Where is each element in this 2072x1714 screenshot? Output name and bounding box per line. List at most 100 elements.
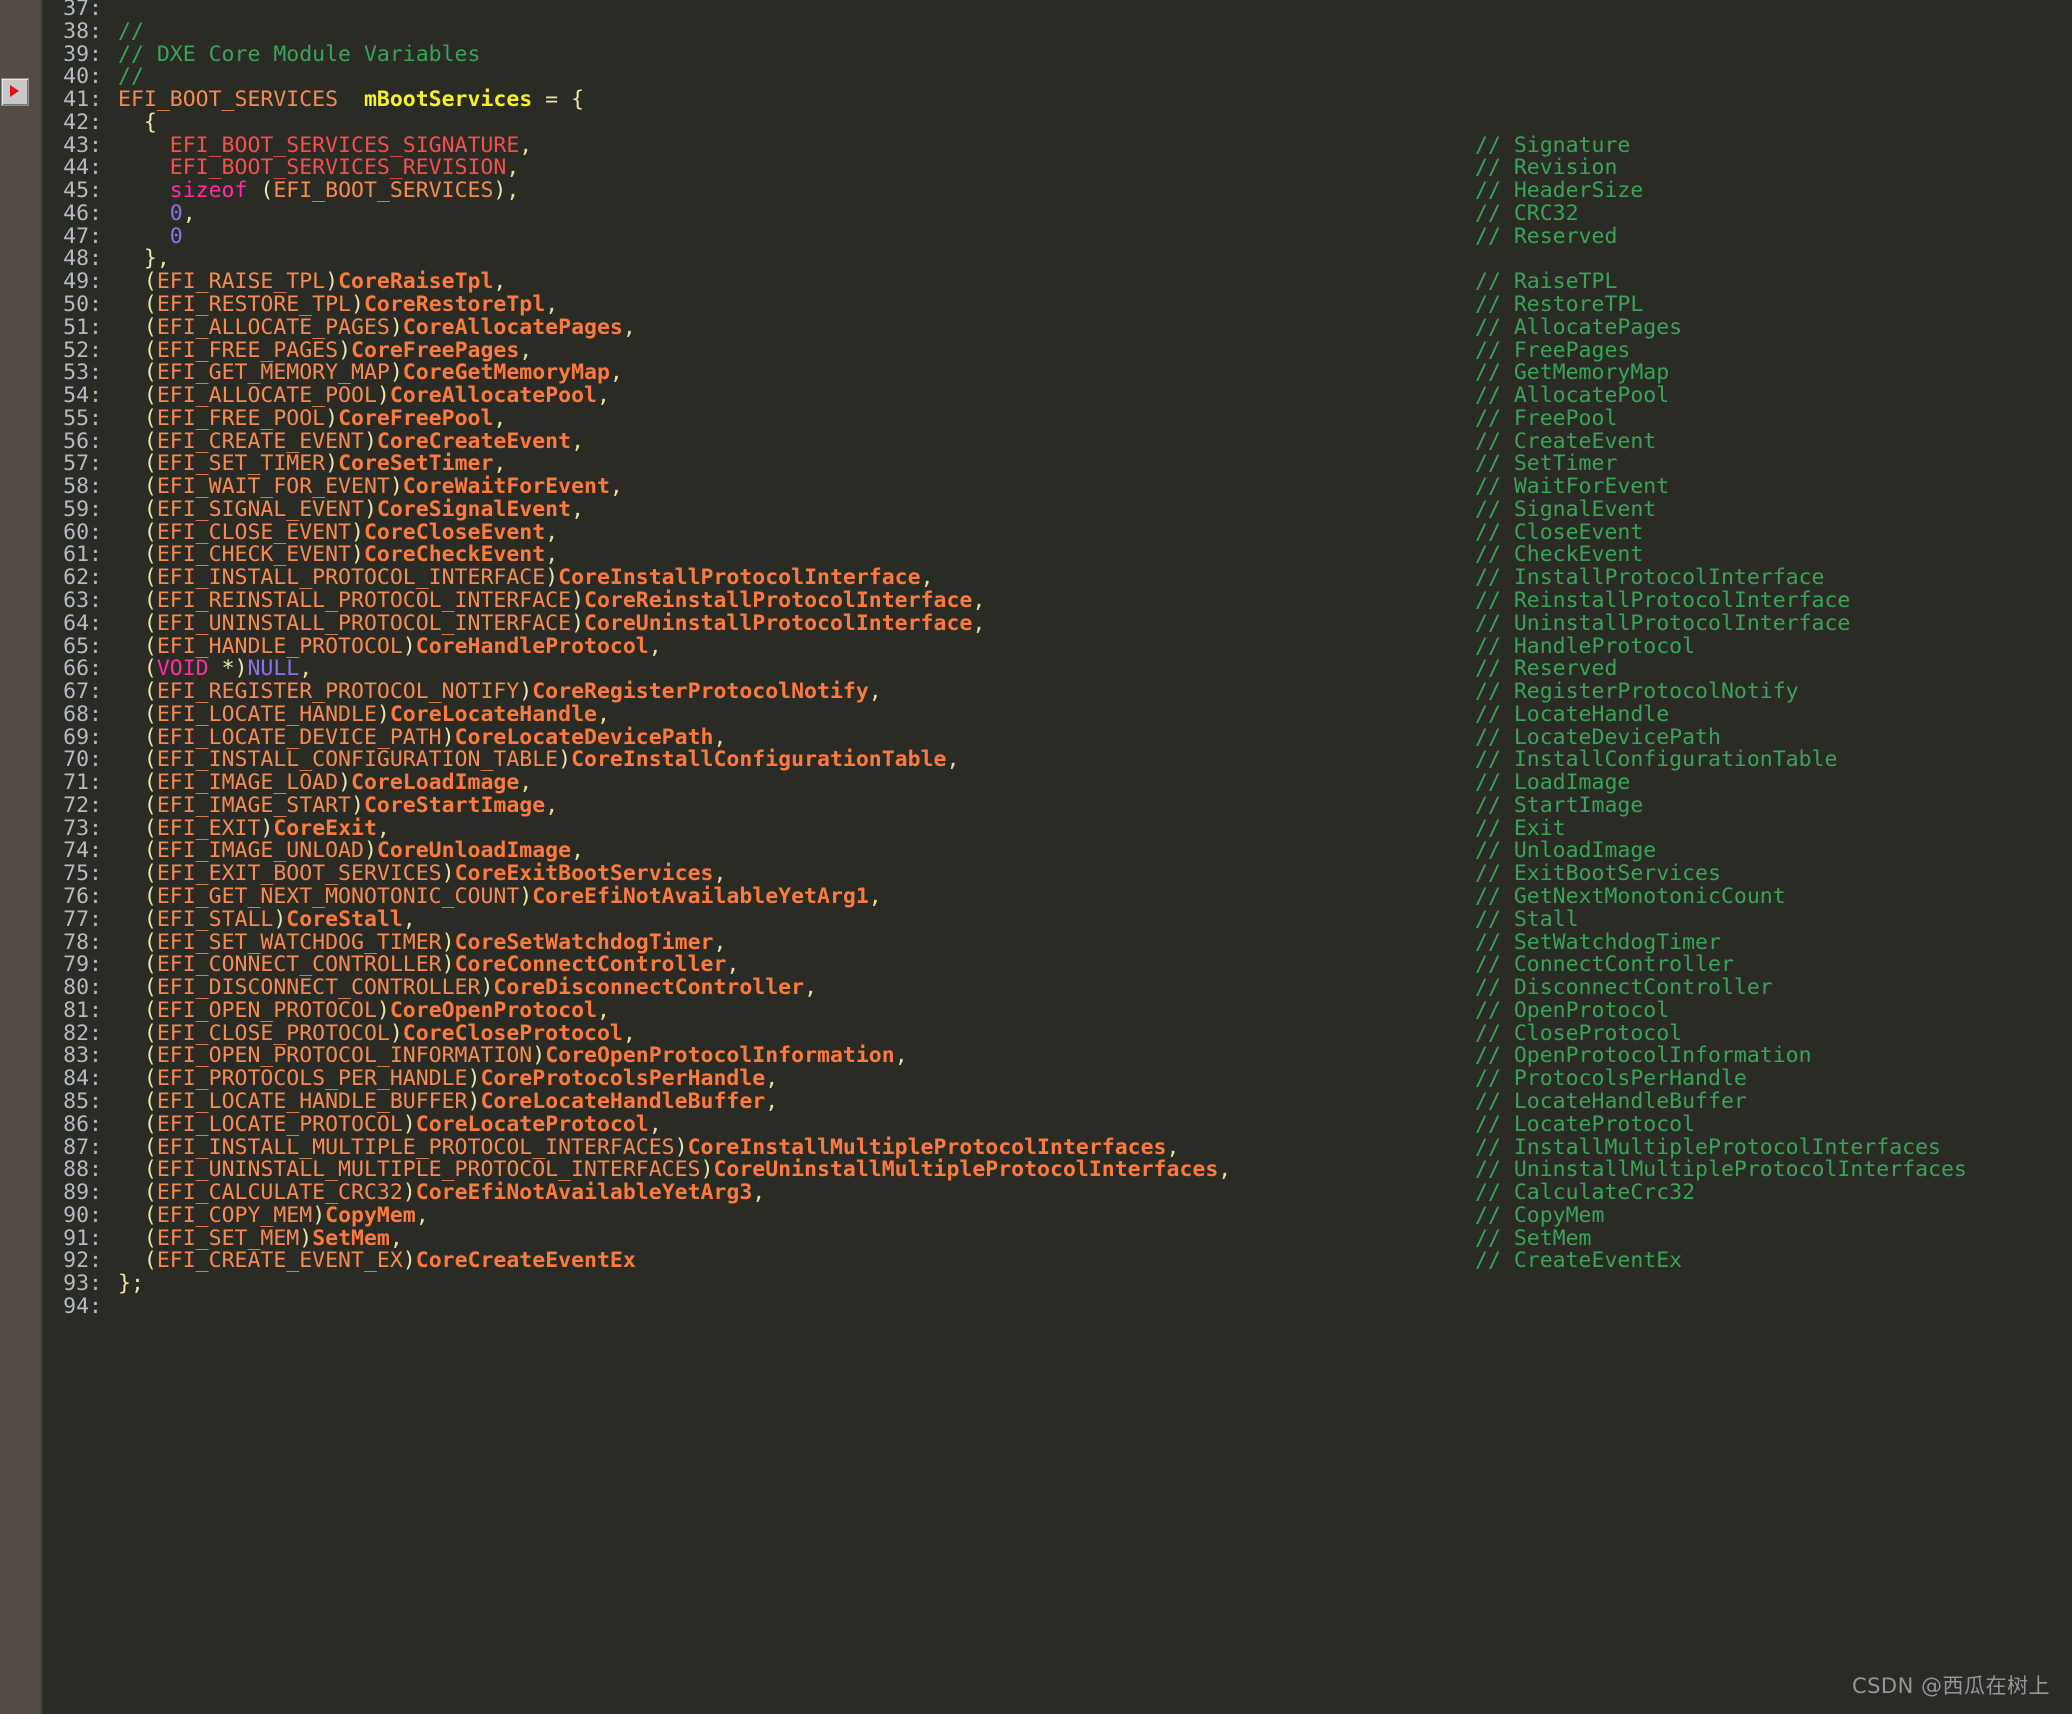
code-line[interactable]: 82 (EFI_CLOSE_PROTOCOL)CoreCloseProtocol…	[0, 1020, 2072, 1046]
code-line[interactable]: 41 EFI_BOOT_SERVICES mBootServices = {	[0, 88, 2072, 112]
token-punct: (	[118, 815, 157, 841]
code-line[interactable]: 44 EFI_BOOT_SERVICES_REVISION, // Revisio…	[0, 156, 2072, 180]
line-number: 69	[46, 726, 102, 750]
token-punct: )	[338, 770, 352, 796]
code-line[interactable]: 62 (EFI_INSTALL_PROTOCOL_INTERFACE)CoreI…	[0, 566, 2072, 590]
token-fn: CoreUnloadImage	[376, 838, 572, 864]
code-line[interactable]: 68 (EFI_LOCATE_HANDLE)CoreLocateHandle, /…	[0, 703, 2072, 727]
code-line[interactable]: 92 (EFI_CREATE_EVENT_EX)CoreCreateEventE…	[0, 1249, 2072, 1273]
code-line[interactable]: 43 EFI_BOOT_SERVICES_SIGNATURE, // Signat…	[0, 134, 2072, 158]
code-line[interactable]: 56 (EFI_CREATE_EVENT)CoreCreateEvent, // …	[0, 430, 2072, 454]
line-number: 74	[46, 840, 102, 863]
code-line[interactable]: 75 (EFI_EXIT_BOOT_SERVICES)CoreExitBootS…	[0, 862, 2072, 886]
code-line[interactable]: 60 (EFI_CLOSE_EVENT)CoreCloseEvent, // Cl…	[0, 521, 2072, 545]
line-number: 56	[46, 430, 102, 454]
code-line[interactable]: 42 {	[0, 111, 2072, 135]
code-line[interactable]: 55 (EFI_FREE_POOL)CoreFreePool, // FreePo…	[0, 407, 2072, 431]
token-punct: (	[118, 314, 157, 340]
code-tokens: EFI_BOOT_SERVICES_SIGNATURE,	[118, 134, 532, 158]
code-line[interactable]: 63 (EFI_REINSTALL_PROTOCOL_INTERFACE)Cor…	[0, 589, 2072, 613]
code-line[interactable]: 49 (EFI_RAISE_TPL)CoreRaiseTpl, // RaiseT…	[0, 270, 2072, 294]
token-fn: CoreStartImage	[363, 792, 546, 818]
token-comma: ,	[804, 975, 818, 1001]
code-line[interactable]: 94	[0, 1295, 2072, 1319]
code-line[interactable]: 71 (EFI_IMAGE_LOAD)CoreLoadImage, // Load…	[0, 770, 2072, 796]
line-number: 93	[46, 1272, 102, 1296]
code-line[interactable]: 74 (EFI_IMAGE_UNLOAD)CoreUnloadImage, // …	[0, 840, 2072, 863]
code-line[interactable]: 37	[0, 0, 2072, 21]
token-comma: ,	[622, 1020, 636, 1046]
token-comma: ,	[868, 884, 882, 910]
bookmark-marker-icon[interactable]	[1, 78, 29, 106]
code-line[interactable]: 81 (EFI_OPEN_PROTOCOL)CoreOpenProtocol, /…	[0, 999, 2072, 1023]
code-line[interactable]: 58 (EFI_WAIT_FOR_EVENT)CoreWaitForEvent,…	[0, 475, 2072, 499]
line-number: 73	[46, 817, 102, 841]
code-line[interactable]: 85 (EFI_LOCATE_HANDLE_BUFFER)CoreLocateH…	[0, 1090, 2072, 1114]
code-line[interactable]: 91 (EFI_SET_MEM)SetMem, // SetMem	[0, 1225, 2072, 1251]
code-line[interactable]: 93};	[0, 1272, 2072, 1296]
token-fn: CopyMem	[325, 1202, 416, 1228]
trailing-comment: // ProtocolsPerHandle	[1475, 1066, 1747, 1092]
code-line[interactable]: 76 (EFI_GET_NEXT_MONOTONIC_COUNT)CoreEfi…	[0, 884, 2072, 910]
code-line[interactable]: 59 (EFI_SIGNAL_EVENT)CoreSignalEvent, // …	[0, 498, 2072, 522]
code-line[interactable]: 79 (EFI_CONNECT_CONTROLLER)CoreConnectCo…	[0, 953, 2072, 977]
token-fn: CoreRegisterProtocolNotify	[532, 679, 869, 705]
code-line[interactable]: 61 (EFI_CHECK_EVENT)CoreCheckEvent, // Ch…	[0, 544, 2072, 567]
code-line[interactable]: 73 (EFI_EXIT)CoreExit, // Exit	[0, 815, 2072, 841]
code-line[interactable]: 57 (EFI_SET_TIMER)CoreSetTimer, // SetTim…	[0, 453, 2072, 476]
code-line[interactable]: 38 //	[0, 20, 2072, 44]
token-type: EFI_FREE_PAGES	[156, 337, 339, 363]
code-line[interactable]: 51 (EFI_ALLOCATE_PAGES)CoreAllocatePages…	[0, 314, 2072, 340]
token-punct: )	[389, 360, 403, 386]
token-type: EFI_COPY_MEM	[156, 1202, 313, 1228]
code-editor[interactable]: 3738 // 39 // DXE Core Module Variables 40 //…	[0, 0, 2072, 1714]
code-line[interactable]: 77 (EFI_STALL)CoreStall, // Stall	[0, 908, 2072, 932]
line-number: 65	[46, 635, 102, 659]
token-punct: )	[363, 838, 377, 864]
trailing-comment: // InstallConfigurationTable	[1475, 747, 1838, 773]
line-number: 54	[46, 384, 102, 408]
csdn-watermark: CSDN @西瓜在树上	[1851, 1674, 2050, 1698]
token-punct: (	[118, 679, 157, 705]
code-line[interactable]: 65 (EFI_HANDLE_PROTOCOL)CoreHandleProtoc…	[0, 633, 2072, 659]
trailing-comment: // CheckEvent	[1475, 542, 1644, 568]
trailing-comment: // HandleProtocol	[1475, 633, 1696, 659]
code-line[interactable]: 52 (EFI_FREE_PAGES)CoreFreePages, // Free…	[0, 337, 2072, 363]
token-type: EFI_SET_MEM	[156, 1225, 300, 1251]
code-line[interactable]: 50 (EFI_RESTORE_TPL)CoreRestoreTpl, // Re…	[0, 293, 2072, 317]
code-line[interactable]: 54 (EFI_ALLOCATE_POOL)CoreAllocatePool, /…	[0, 384, 2072, 408]
code-line[interactable]: 66 (VOID *)NULL, // Reserved	[0, 657, 2072, 681]
code-line[interactable]: 67 (EFI_REGISTER_PROTOCOL_NOTIFY)CoreReg…	[0, 679, 2072, 705]
code-line[interactable]: 89 (EFI_CALCULATE_CRC32)CoreEfiNotAvaila…	[0, 1181, 2072, 1205]
token-punct: (	[118, 451, 157, 477]
token-comment: //	[118, 64, 144, 90]
breakpoint-gutter[interactable]	[0, 0, 42, 1714]
code-line[interactable]: 90 (EFI_COPY_MEM)CopyMem, // CopyMem	[0, 1202, 2072, 1228]
line-number: 39	[46, 43, 102, 67]
code-line[interactable]: 84 (EFI_PROTOCOLS_PER_HANDLE)CoreProtoco…	[0, 1066, 2072, 1092]
code-line[interactable]: 45 sizeof (EFI_BOOT_SERVICES), // HeaderS…	[0, 179, 2072, 203]
code-line[interactable]: 80 (EFI_DISCONNECT_CONTROLLER)CoreDiscon…	[0, 975, 2072, 1001]
code-line[interactable]: 64 (EFI_UNINSTALL_PROTOCOL_INTERFACE)Cor…	[0, 612, 2072, 636]
code-line[interactable]: 83 (EFI_OPEN_PROTOCOL_INFORMATION)CoreOp…	[0, 1045, 2072, 1068]
trailing-comment: // StartImage	[1475, 792, 1644, 818]
code-line[interactable]: 86 (EFI_LOCATE_PROTOCOL)CoreLocateProtoc…	[0, 1113, 2072, 1137]
line-number: 92	[46, 1250, 102, 1273]
code-line[interactable]: 39 // DXE Core Module Variables	[0, 43, 2072, 67]
code-line[interactable]: 46 0, // CRC32	[0, 201, 2072, 226]
code-tokens: {	[118, 111, 157, 135]
code-content[interactable]: 3738 // 39 // DXE Core Module Variables 40 //…	[0, 0, 2072, 1714]
code-line[interactable]: 47 0 // Reserved	[0, 225, 2072, 249]
code-line[interactable]: 40 //	[0, 64, 2072, 90]
code-line[interactable]: 72 (EFI_IMAGE_START)CoreStartImage, // St…	[0, 792, 2072, 818]
code-line[interactable]: 53 (EFI_GET_MEMORY_MAP)CoreGetMemoryMap,…	[0, 360, 2072, 386]
code-tokens: 0,	[118, 201, 196, 226]
code-line[interactable]: 69 (EFI_LOCATE_DEVICE_PATH)CoreLocateDev…	[0, 726, 2072, 750]
code-line[interactable]: 88 (EFI_UNINSTALL_MULTIPLE_PROTOCOL_INTE…	[0, 1158, 2072, 1182]
code-line[interactable]: 70 (EFI_INSTALL_CONFIGURATION_TABLE)Core…	[0, 749, 2072, 772]
code-line[interactable]: 78 (EFI_SET_WATCHDOG_TIMER)CoreSetWatchd…	[0, 931, 2072, 955]
line-number: 42	[46, 111, 102, 135]
code-line[interactable]: 87 (EFI_INSTALL_MULTIPLE_PROTOCOL_INTERF…	[0, 1136, 2072, 1160]
code-line[interactable]: 48 },	[0, 248, 2072, 271]
